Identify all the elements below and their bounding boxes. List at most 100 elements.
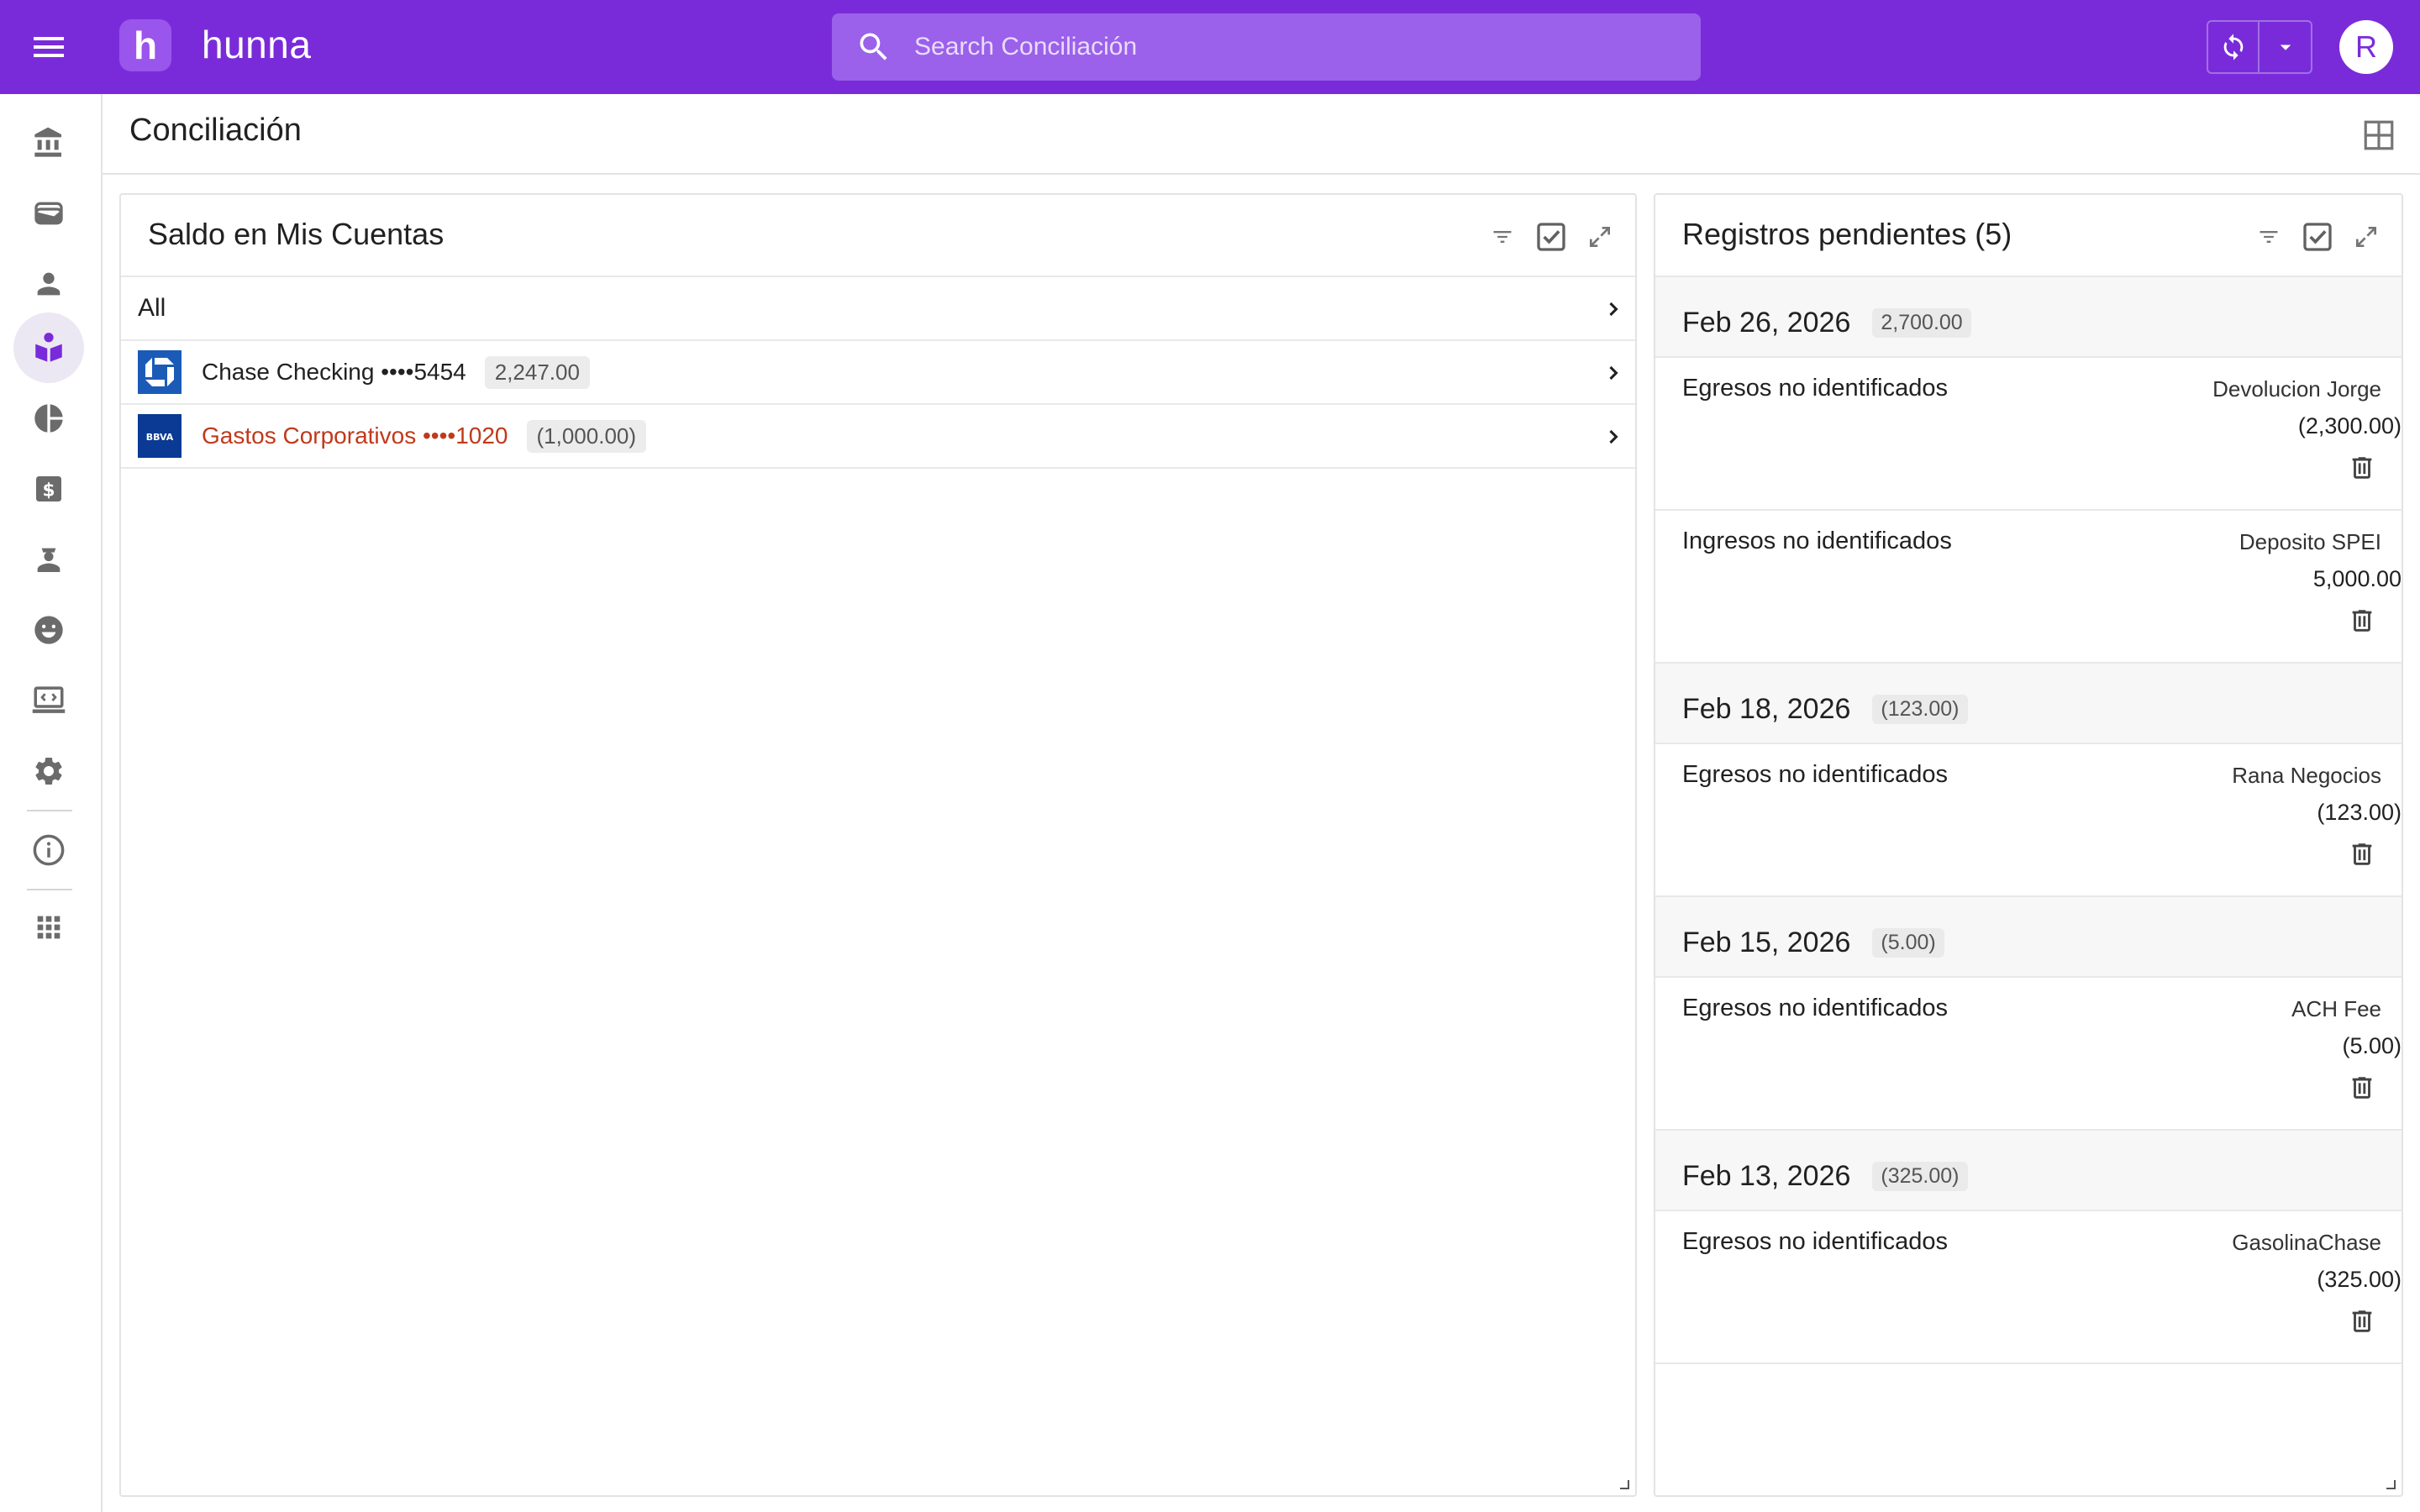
record-description: Rana Negocios	[2232, 763, 2381, 788]
layout-grid-icon[interactable]	[2361, 118, 2396, 153]
pending-record[interactable]: Egresos no identificados Devolucion Jorg…	[1655, 358, 2402, 511]
group-date: Feb 26, 2026	[1682, 306, 1851, 339]
resize-handle-icon[interactable]	[1617, 1477, 1630, 1490]
chevron-right-icon	[1609, 302, 1618, 317]
person-icon[interactable]	[13, 249, 84, 319]
select-checkbox-icon[interactable]	[2301, 220, 2334, 254]
pending-panel-tools	[2252, 220, 2383, 254]
pending-record[interactable]: Ingresos no identificados Deposito SPEI …	[1655, 511, 2402, 664]
dollar-box-icon[interactable]: $	[13, 454, 84, 524]
select-checkbox-icon[interactable]	[1534, 220, 1568, 254]
book-reader-icon[interactable]	[13, 312, 84, 383]
sync-button-group	[2207, 20, 2312, 74]
record-type: Ingresos no identificados	[1682, 528, 1952, 554]
account-row-all[interactable]: All	[121, 277, 1635, 341]
chase-bank-logo	[138, 350, 182, 394]
record-amount: (325.00)	[2317, 1267, 2402, 1292]
record-amount: (5.00)	[2342, 1033, 2402, 1058]
expand-icon[interactable]	[1583, 220, 1617, 254]
pending-record[interactable]: Egresos no identificados Rana Negocios (…	[1655, 744, 2402, 897]
chevron-right-icon	[1609, 365, 1618, 381]
group-total-badge: 2,700.00	[1872, 307, 1971, 338]
pending-record[interactable]: Egresos no identificados ACH Fee (5.00)	[1655, 978, 2402, 1131]
menu-icon[interactable]	[29, 27, 69, 67]
delete-icon[interactable]	[2346, 1305, 2378, 1337]
account-all-label: All	[138, 294, 166, 322]
account-balance-badge: (1,000.00)	[526, 419, 647, 453]
side-navigation: $	[0, 94, 103, 1512]
accounts-panel-title: Saldo en Mis Cuentas	[148, 217, 445, 251]
record-type: Egresos no identificados	[1682, 995, 1948, 1021]
record-description: Devolucion Jorge	[2212, 376, 2381, 402]
resize-handle-icon[interactable]	[2383, 1477, 2396, 1490]
date-group-header: Feb 15, 2026 (5.00)	[1655, 897, 2402, 978]
search-icon	[855, 29, 892, 66]
bank-icon[interactable]	[13, 108, 84, 178]
svg-text:$: $	[42, 480, 55, 501]
accounts-panel-header: Saldo en Mis Cuentas	[121, 195, 1635, 277]
accounts-panel-tools	[1486, 220, 1617, 254]
accounts-panel: Saldo en Mis Cuentas All Chase Checking …	[119, 193, 1637, 1497]
record-type: Egresos no identificados	[1682, 761, 1948, 788]
filter-icon[interactable]	[2252, 220, 2286, 254]
smiley-icon[interactable]	[13, 595, 84, 665]
bbva-bank-logo: BBVA	[138, 414, 182, 458]
nav-divider	[27, 810, 72, 811]
record-amount: (2,300.00)	[2297, 413, 2402, 438]
wallet-icon[interactable]	[13, 178, 84, 249]
group-date: Feb 15, 2026	[1682, 926, 1851, 958]
pie-chart-icon[interactable]	[13, 383, 84, 454]
delete-icon[interactable]	[2346, 452, 2378, 484]
pending-record[interactable]: Egresos no identificados GasolinaChase (…	[1655, 1211, 2402, 1364]
brand-name: hunna	[202, 23, 312, 66]
page-title: Conciliación	[129, 113, 302, 148]
user-avatar[interactable]: R	[2339, 20, 2393, 74]
group-date: Feb 13, 2026	[1682, 1159, 1851, 1192]
brand-logo-letter: h	[133, 24, 158, 67]
pending-panel-header: Registros pendientes (5)	[1655, 195, 2402, 277]
brand-logo[interactable]: h	[119, 19, 171, 71]
record-type: Egresos no identificados	[1682, 1228, 1948, 1255]
record-description: Deposito SPEI	[2238, 529, 2381, 554]
nav-divider	[27, 889, 72, 890]
search-bar[interactable]	[832, 13, 1701, 81]
bbva-logo-text: BBVA	[146, 432, 174, 443]
record-type: Egresos no identificados	[1682, 375, 1948, 402]
account-balance-badge: 2,247.00	[484, 355, 590, 389]
record-description: ACH Fee	[2291, 996, 2381, 1021]
account-row[interactable]: BBVA Gastos Corporativos ••••1020 (1,000…	[121, 405, 1635, 469]
apps-grid-icon[interactable]	[13, 892, 84, 963]
page-header: Conciliación	[103, 94, 2420, 175]
caret-down-icon	[2280, 45, 2291, 50]
pending-panel-title: Registros pendientes (5)	[1682, 217, 2012, 251]
group-total-badge: (123.00)	[1872, 694, 1968, 724]
group-date: Feb 18, 2026	[1682, 692, 1851, 725]
delete-icon[interactable]	[2346, 838, 2378, 870]
laptop-code-icon[interactable]	[13, 665, 84, 736]
account-name: Chase Checking ••••5454	[202, 359, 466, 385]
chevron-right-icon	[1609, 429, 1618, 444]
delete-icon[interactable]	[2346, 605, 2378, 637]
group-total-badge: (325.00)	[1872, 1161, 1968, 1191]
pending-records-panel: Registros pendientes (5) Feb 26, 2026 2,…	[1654, 193, 2403, 1497]
search-input[interactable]	[914, 33, 1654, 61]
agent-icon[interactable]	[13, 524, 84, 595]
date-group-header: Feb 18, 2026 (123.00)	[1655, 664, 2402, 744]
record-description: GasolinaChase	[2232, 1230, 2381, 1255]
record-amount: (123.00)	[2317, 800, 2402, 825]
group-total-badge: (5.00)	[1872, 927, 1944, 958]
record-amount: 5,000.00	[2312, 566, 2402, 591]
account-name: Gastos Corporativos ••••1020	[202, 423, 508, 449]
filter-icon[interactable]	[1486, 220, 1519, 254]
sync-icon	[2223, 34, 2243, 60]
delete-icon[interactable]	[2346, 1072, 2378, 1104]
settings-gear-icon[interactable]	[13, 736, 84, 806]
date-group-header: Feb 26, 2026 2,700.00	[1655, 277, 2402, 358]
sync-dropdown-button[interactable]	[2260, 22, 2311, 72]
expand-icon[interactable]	[2349, 220, 2383, 254]
date-group-header: Feb 13, 2026 (325.00)	[1655, 1131, 2402, 1211]
account-row[interactable]: Chase Checking ••••5454 2,247.00	[121, 341, 1635, 405]
sync-button[interactable]	[2208, 22, 2260, 72]
top-app-bar: h hunna R	[0, 0, 2420, 94]
info-icon[interactable]	[13, 815, 84, 885]
